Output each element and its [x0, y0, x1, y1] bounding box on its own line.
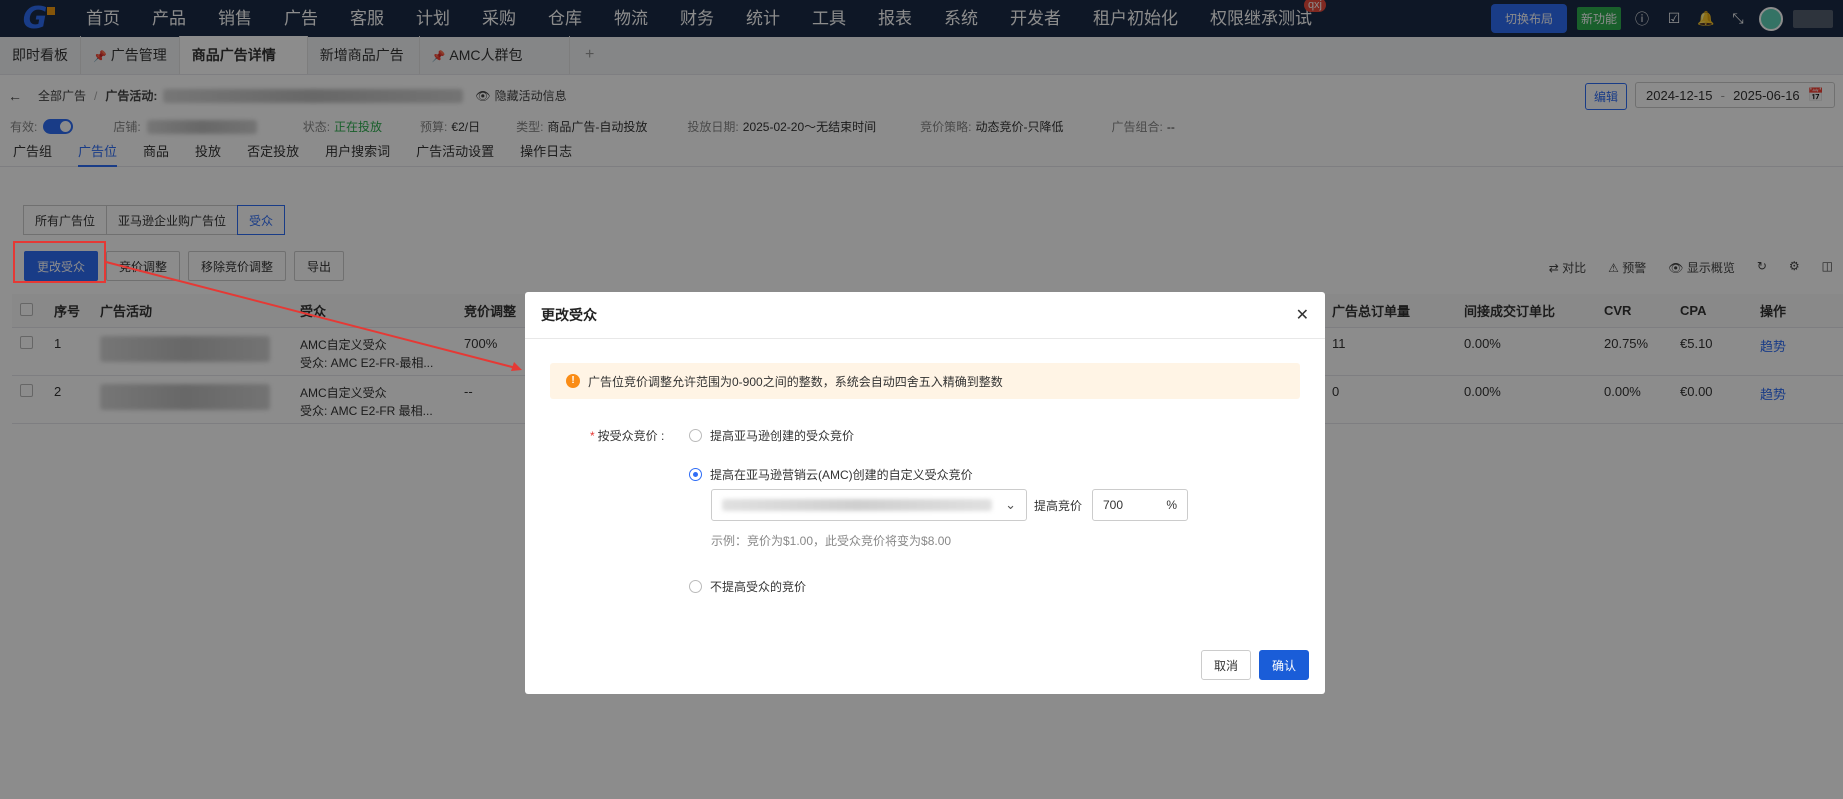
- bid-by-audience-label: * 按受众竞价 :: [590, 429, 665, 443]
- option-amc-audience[interactable]: 提高在亚马逊营销云(AMC)创建的自定义受众竞价: [689, 466, 973, 483]
- dialog-footer: 取消 确认: [1200, 650, 1309, 680]
- bid-percent-value: 700: [1103, 498, 1124, 512]
- alert-text: 广告位竞价调整允许范围为0-900之间的整数，系统会自动四舍五入精确到整数: [588, 374, 1003, 389]
- radio-amc-audience[interactable]: [689, 468, 702, 481]
- dialog-title: 更改受众: [541, 307, 597, 323]
- warning-icon: !: [566, 374, 580, 388]
- option-no-raise[interactable]: 不提高受众的竞价: [689, 578, 806, 595]
- bid-percent-input[interactable]: 700 %: [1092, 489, 1188, 521]
- percent-unit: %: [1166, 498, 1177, 512]
- range-alert: ! 广告位竞价调整允许范围为0-900之间的整数，系统会自动四舍五入精确到整数: [550, 363, 1300, 399]
- chevron-down-icon: ⌄: [1005, 497, 1016, 512]
- audience-select-value-redacted: [722, 499, 992, 511]
- radio-no-raise[interactable]: [689, 580, 702, 593]
- option-amc-audience-label: 提高在亚马逊营销云(AMC)创建的自定义受众竞价: [710, 468, 973, 482]
- confirm-button[interactable]: 确认: [1258, 650, 1309, 680]
- radio-amazon-audience[interactable]: [689, 429, 702, 442]
- bid-by-audience-label-text: 按受众竞价 :: [597, 429, 665, 443]
- option-no-raise-label: 不提高受众的竞价: [710, 580, 807, 594]
- option-amazon-audience-label: 提高亚马逊创建的受众竞价: [710, 429, 855, 443]
- bid-example-text: 示例：竞价为$1.00，此受众竞价将变为$8.00: [711, 534, 952, 548]
- audience-select[interactable]: ⌄: [711, 489, 1027, 521]
- cancel-button[interactable]: 取消: [1200, 650, 1251, 680]
- change-audience-dialog: 更改受众 ✕ ! 广告位竞价调整允许范围为0-900之间的整数，系统会自动四舍五…: [525, 292, 1325, 694]
- dialog-header: 更改受众 ✕: [525, 292, 1325, 339]
- close-icon[interactable]: ✕: [1296, 305, 1309, 325]
- option-amazon-audience[interactable]: 提高亚马逊创建的受众竞价: [689, 427, 854, 444]
- raise-bid-label: 提高竞价: [1034, 499, 1083, 513]
